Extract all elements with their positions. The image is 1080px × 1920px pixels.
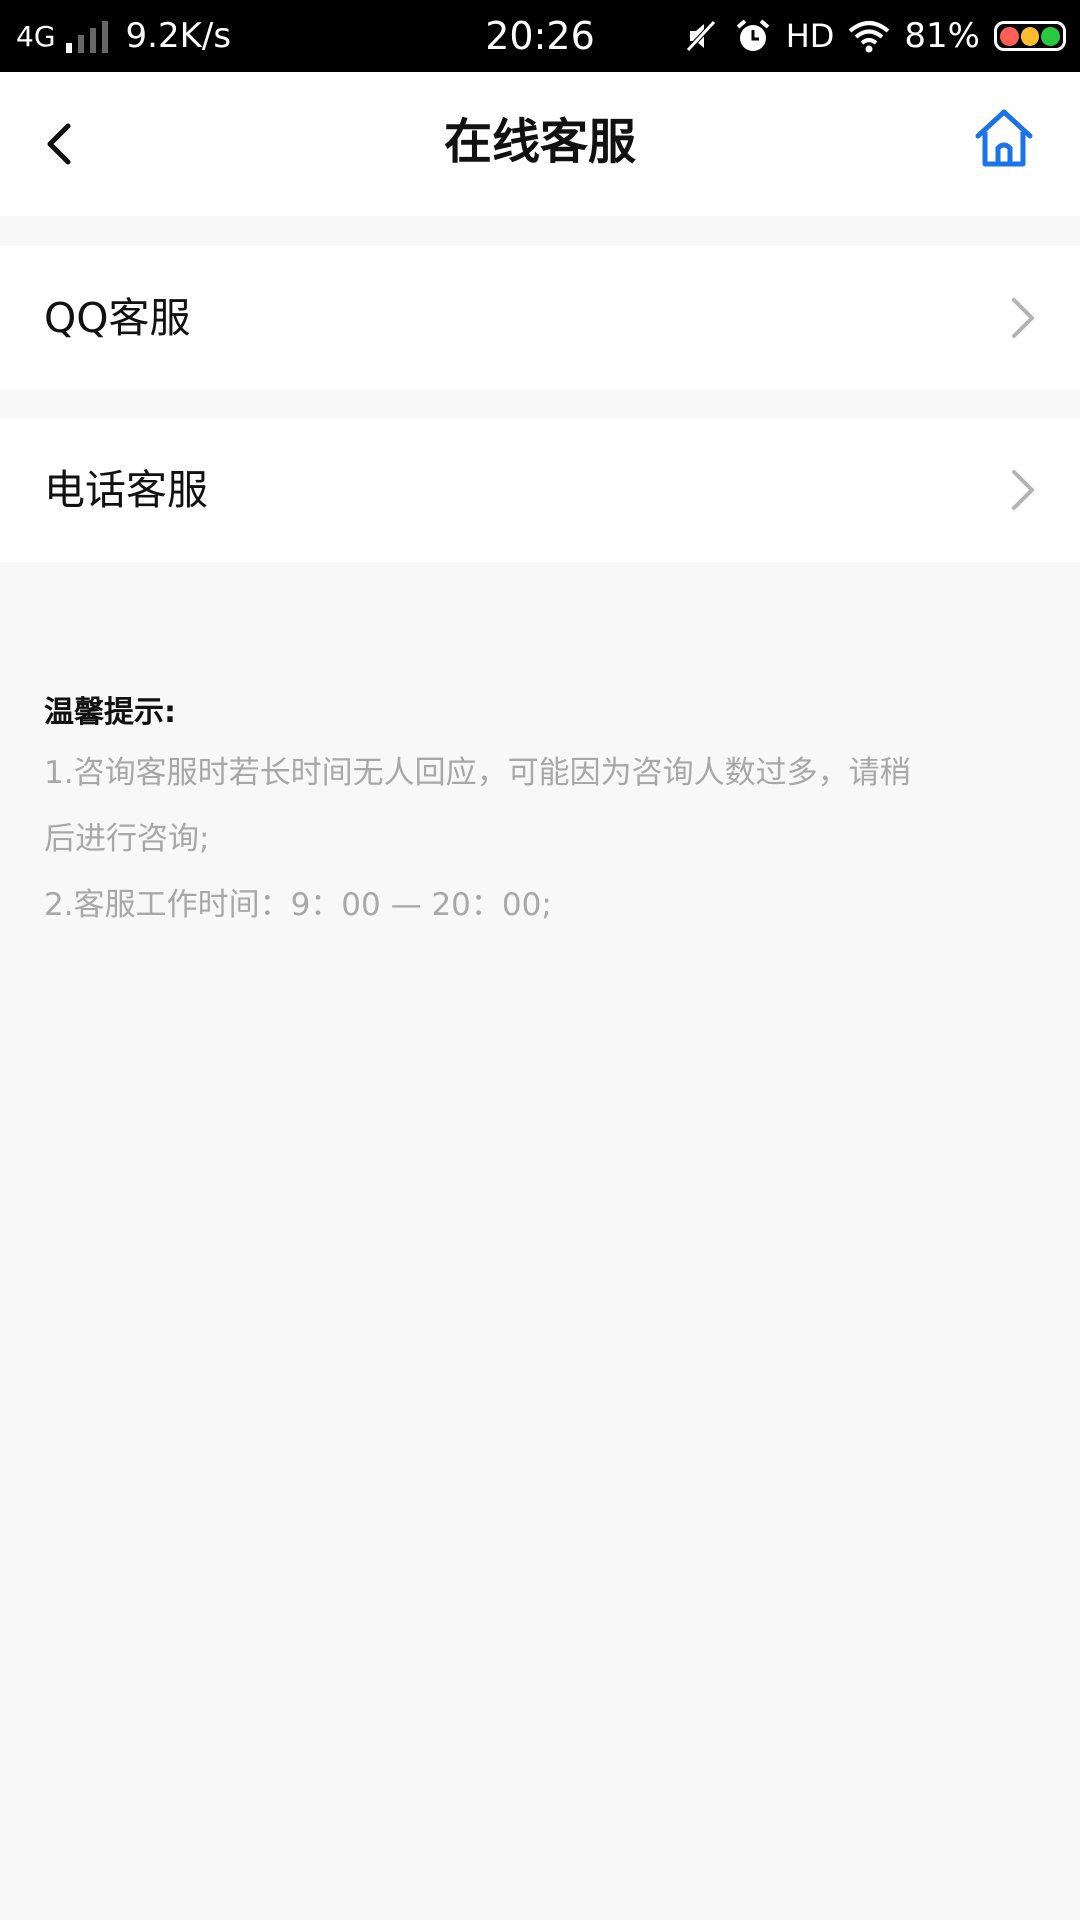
menu-item-qq-service[interactable]: QQ客服: [0, 246, 1080, 390]
menu-item-label: QQ客服: [44, 294, 191, 342]
battery-percent: 81%: [904, 16, 980, 56]
chevron-right-icon: [1012, 298, 1034, 338]
alarm-icon: [736, 19, 770, 51]
nav-header: 在线客服: [0, 72, 1080, 216]
tip-line: 1.咨询客服时若长时间无人回应，可能因为咨询人数过多，请稍: [44, 755, 911, 791]
battery-icon: [994, 21, 1066, 51]
menu-item-label: 电话客服: [44, 466, 208, 514]
home-button[interactable]: [972, 106, 1036, 170]
hd-label: HD: [785, 17, 835, 55]
status-right: HD 81%: [684, 0, 1066, 72]
mute-icon: [685, 20, 716, 52]
tip-line: 2.客服工作时间：9：00 — 20：00;: [44, 887, 552, 923]
tips-title: 温馨提示:: [44, 695, 176, 730]
wifi-icon: [849, 21, 890, 53]
page-title: 在线客服: [443, 114, 636, 170]
home-icon: [975, 109, 1033, 167]
tip-line: 后进行咨询;: [44, 821, 210, 857]
chevron-right-icon: [1012, 470, 1034, 510]
tips-section: 温馨提示: 1.咨询客服时若长时间无人回应，可能因为咨询人数过多，请稍 后进行咨…: [44, 686, 1034, 938]
menu-item-phone-service[interactable]: 电话客服: [0, 418, 1080, 562]
status-bar: 4G 9.2K/s 20:26 HD 81%: [0, 0, 1080, 72]
